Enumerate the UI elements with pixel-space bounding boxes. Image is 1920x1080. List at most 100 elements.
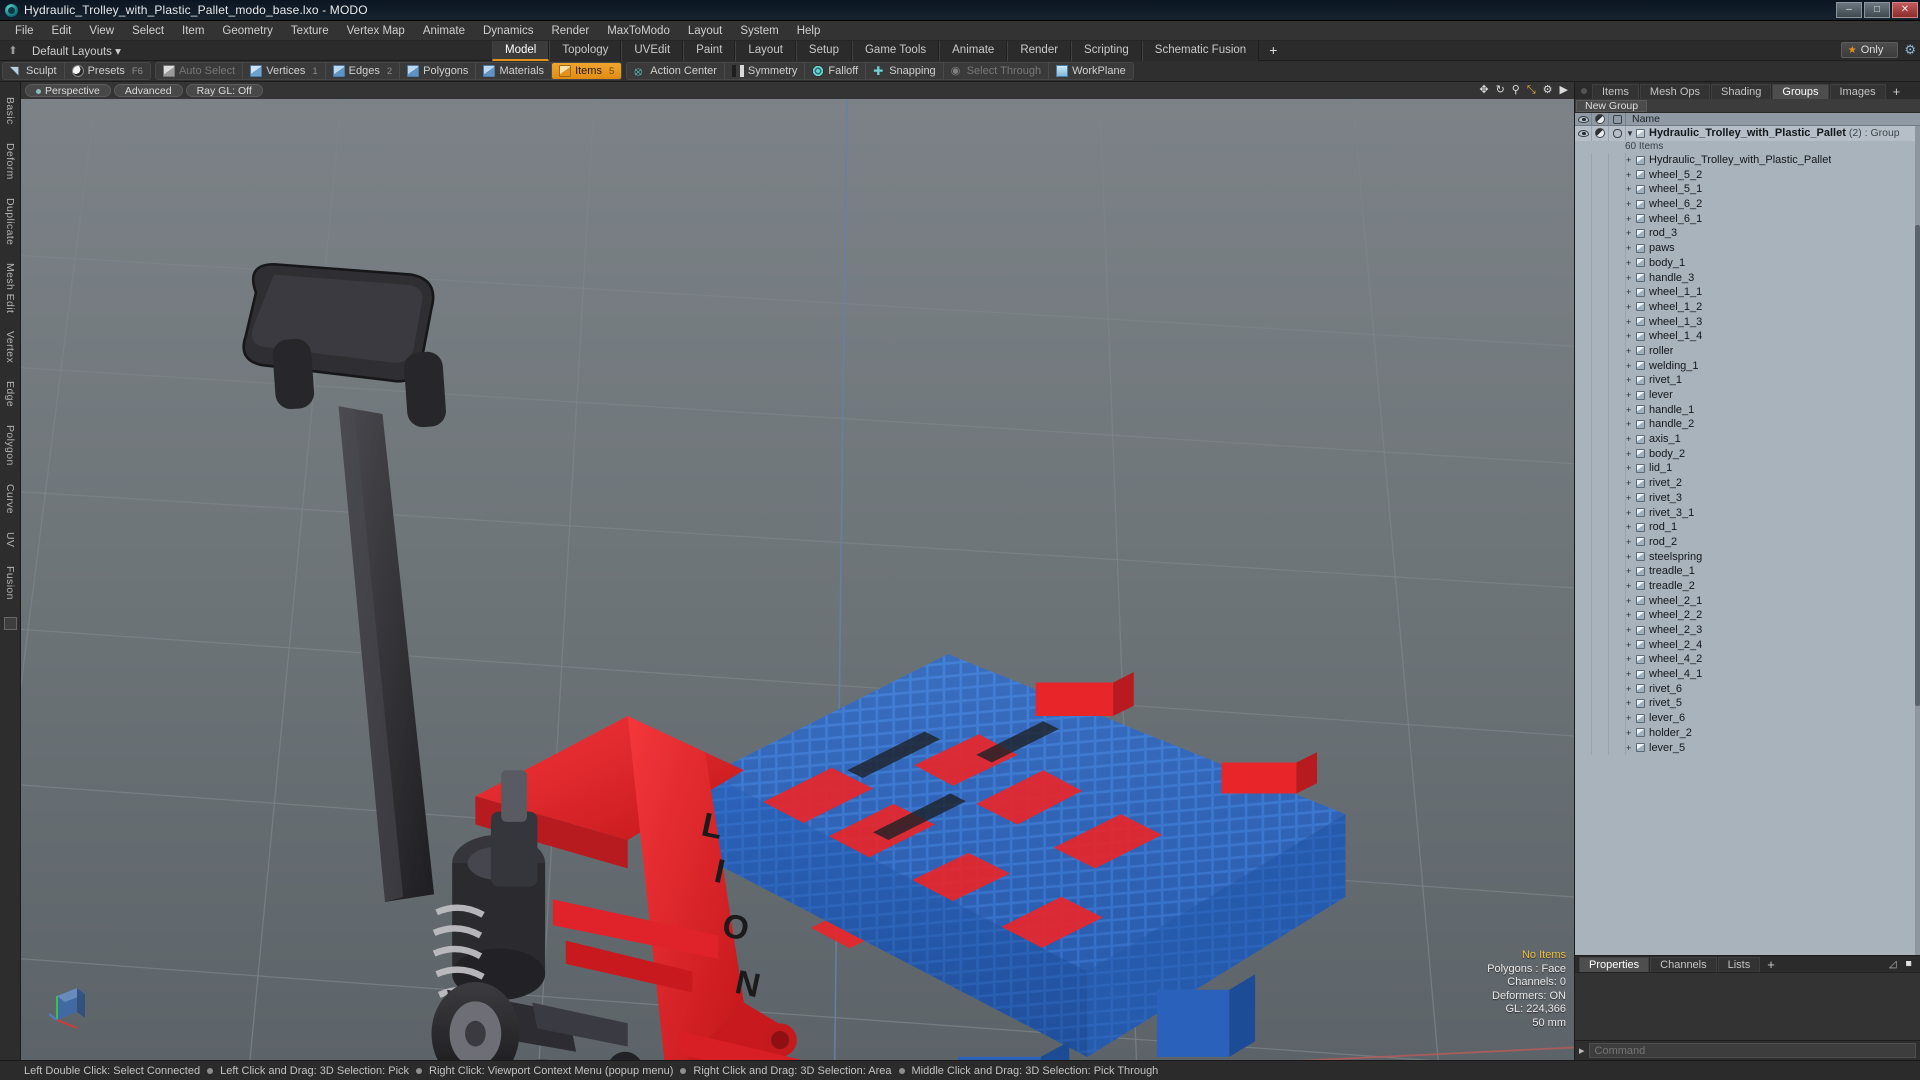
rail-tab-deform[interactable]: Deform [4,134,16,189]
row-visibility-toggle[interactable] [1575,182,1592,197]
expand-plus-icon[interactable]: + [1626,287,1633,297]
tab-properties[interactable]: Properties [1579,957,1650,972]
item-list-row[interactable]: + rod_1 [1575,519,1920,535]
row-shading-toggle[interactable] [1592,358,1609,373]
row-shading-toggle[interactable] [1592,126,1609,141]
row-type-toggle[interactable] [1609,637,1626,653]
rotate-icon[interactable]: ↻ [1496,85,1505,96]
home-icon[interactable]: ⬆ [4,44,22,57]
row-type-toggle[interactable] [1609,652,1626,667]
row-visibility-toggle[interactable] [1575,314,1592,329]
expand-plus-icon[interactable]: + [1626,243,1633,253]
menu-item[interactable]: Item [173,23,213,39]
row-visibility-toggle[interactable] [1575,270,1592,285]
expand-plus-icon[interactable]: + [1626,508,1633,518]
row-shading-toggle[interactable] [1592,725,1609,741]
add-panel-tab-button[interactable]: + [1887,84,1907,99]
row-type-toggle[interactable] [1609,358,1626,373]
rail-tab-edge[interactable]: Edge [4,372,16,416]
row-shading-toggle[interactable] [1592,534,1609,550]
row-shading-toggle[interactable] [1592,431,1609,447]
item-list-row[interactable]: + rivet_3_1 [1575,505,1920,520]
row-visibility-toggle[interactable] [1575,563,1592,579]
expand-plus-icon[interactable]: + [1626,361,1633,371]
expand-plus-icon[interactable]: + [1626,346,1633,356]
row-visibility-toggle[interactable] [1575,740,1592,755]
menu-texture[interactable]: Texture [282,23,338,39]
row-visibility-toggle[interactable] [1575,126,1592,141]
row-shading-toggle[interactable] [1592,475,1609,491]
workplane-button[interactable]: WorkPlane [1049,63,1133,79]
expand-plus-icon[interactable]: + [1626,566,1633,576]
row-visibility-toggle[interactable] [1575,343,1592,359]
row-visibility-toggle[interactable] [1575,328,1592,344]
expand-plus-icon[interactable]: + [1626,625,1633,635]
row-shading-toggle[interactable] [1592,226,1609,241]
rail-extra-button[interactable] [3,616,17,630]
row-shading-toggle[interactable] [1592,270,1609,285]
viewport-raygl-selector[interactable]: Ray GL: Off [185,84,263,97]
row-visibility-toggle[interactable] [1575,534,1592,550]
row-shading-toggle[interactable] [1592,182,1609,197]
expand-plus-icon[interactable]: + [1626,228,1633,238]
row-shading-toggle[interactable] [1592,505,1609,520]
item-list-row[interactable]: + wheel_6_2 [1575,196,1920,212]
row-shading-toggle[interactable] [1592,681,1609,697]
item-list-row[interactable]: + lever_5 [1575,740,1920,755]
command-arrow-icon[interactable]: ▸ [1579,1044,1585,1057]
item-list-row[interactable]: + rivet_5 [1575,696,1920,711]
select-through-button[interactable]: ◉ Select Through [944,63,1050,79]
snapping-button[interactable]: ✚ Snapping [866,63,944,79]
row-type-toggle[interactable] [1609,270,1626,285]
item-list-row[interactable]: + rivet_2 [1575,475,1920,491]
row-type-toggle[interactable] [1609,402,1626,418]
row-type-toggle[interactable] [1609,549,1626,564]
row-type-toggle[interactable] [1609,608,1626,623]
row-type-toggle[interactable] [1609,475,1626,491]
symmetry-button[interactable]: Symmetry [725,63,806,79]
row-type-toggle[interactable] [1609,299,1626,315]
row-type-toggle[interactable] [1609,126,1626,141]
expand-plus-icon[interactable]: + [1626,419,1633,429]
auto-select-button[interactable]: Auto Select [156,63,244,79]
expand-plus-icon[interactable]: + [1626,552,1633,562]
expand-plus-icon[interactable]: + [1626,478,1633,488]
row-shading-toggle[interactable] [1592,578,1609,594]
tab-scripting[interactable]: Scripting [1071,41,1142,61]
new-group-button[interactable]: New Group [1576,99,1648,112]
vertices-mode-button[interactable]: Vertices 1 [243,63,326,79]
item-list[interactable]: ▼ Hydraulic_Trolley_with_Plastic_Pallet … [1575,126,1920,955]
expand-plus-icon[interactable]: + [1626,214,1633,224]
maximize-button[interactable]: □ [1864,2,1890,18]
row-type-toggle[interactable] [1609,343,1626,359]
panel-menu-dot-icon[interactable] [1581,88,1587,94]
command-input[interactable] [1588,1043,1916,1058]
expand-plus-icon[interactable]: + [1626,258,1633,268]
row-visibility-toggle[interactable] [1575,725,1592,741]
row-shading-toggle[interactable] [1592,608,1609,623]
row-type-toggle[interactable] [1609,255,1626,271]
row-type-toggle[interactable] [1609,446,1626,462]
tab-groups[interactable]: Groups [1772,84,1829,99]
row-shading-toggle[interactable] [1592,593,1609,608]
row-shading-toggle[interactable] [1592,284,1609,300]
row-visibility-toggle[interactable] [1575,167,1592,183]
row-shading-toggle[interactable] [1592,387,1609,403]
tab-layout[interactable]: Layout [735,41,796,61]
tab-animate[interactable]: Animate [939,41,1008,61]
item-list-row[interactable]: + rod_3 [1575,226,1920,241]
item-list-row[interactable]: + handle_3 [1575,270,1920,285]
row-type-toggle[interactable] [1609,211,1626,227]
item-list-row[interactable]: + rivet_3 [1575,490,1920,506]
row-shading-toggle[interactable] [1592,211,1609,227]
row-visibility-toggle[interactable] [1575,299,1592,315]
row-visibility-toggle[interactable] [1575,681,1592,697]
row-type-toggle[interactable] [1609,431,1626,447]
row-type-toggle[interactable] [1609,490,1626,506]
rail-tab-polygon[interactable]: Polygon [4,416,16,475]
tab-topology[interactable]: Topology [549,41,622,61]
item-list-row[interactable]: + Hydraulic_Trolley_with_Plastic_Pallet [1575,152,1920,168]
tab-setup[interactable]: Setup [795,41,852,61]
row-visibility-toggle[interactable] [1575,226,1592,241]
row-visibility-toggle[interactable] [1575,490,1592,506]
